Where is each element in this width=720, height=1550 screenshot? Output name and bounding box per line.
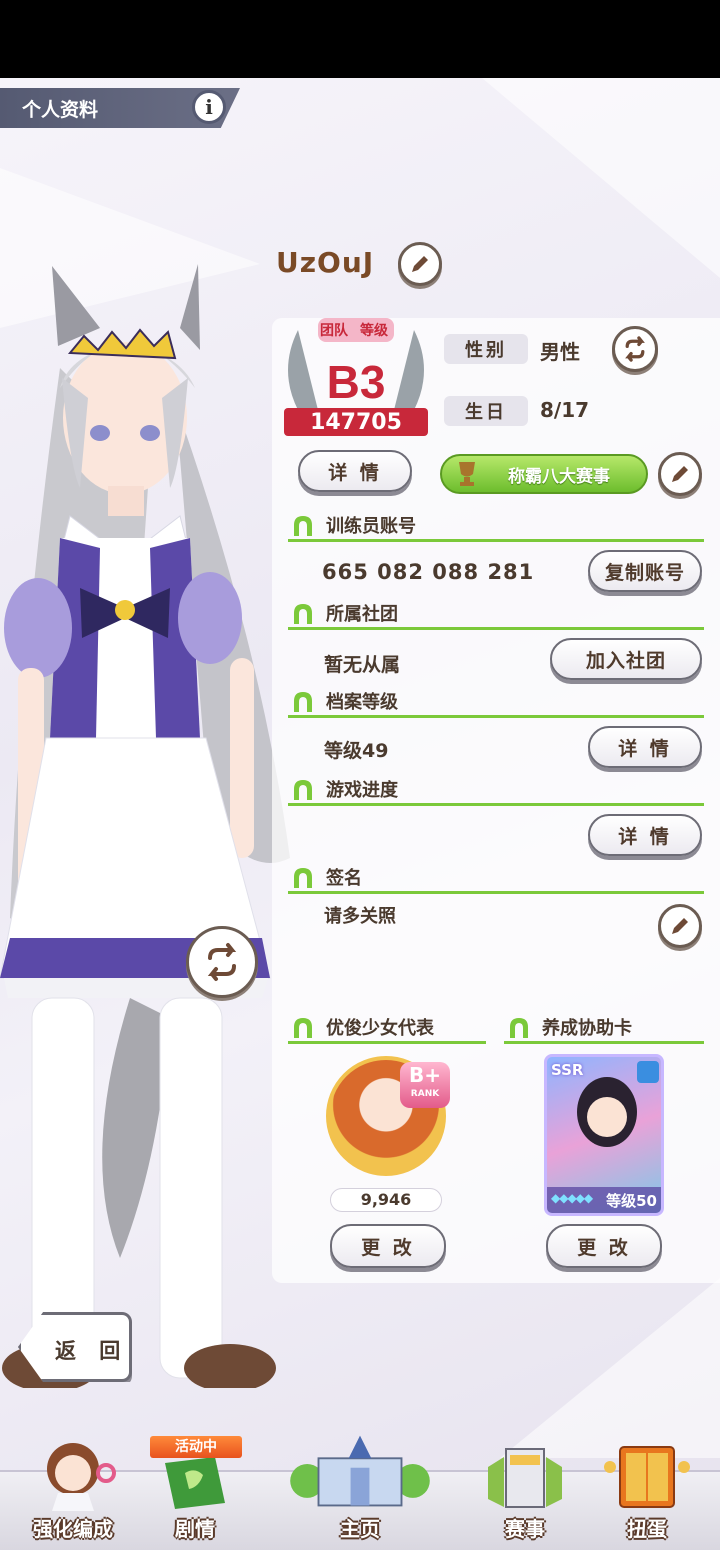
edit-title-button[interactable] [658,452,702,496]
nav-item-gacha[interactable]: 扭蛋 [588,1430,706,1550]
title-badge[interactable]: 称霸八大赛事 [440,454,648,494]
school-building-icon [290,1435,430,1507]
section-title: 游戏进度 [326,780,398,801]
edit-name-button[interactable] [398,242,442,286]
support-card-image[interactable]: SSR ◆◆◆◆◆ 等级50 [544,1054,664,1216]
nav-label: 剧情 [175,1517,215,1541]
section-title: 签名 [326,868,362,889]
gender-label: 性别 [444,334,528,364]
horseshoe-icon [510,1018,528,1038]
section-signature: 签名 [288,862,704,894]
trophy-icon [459,462,475,486]
archive-level-value: 等级49 [324,740,389,762]
section-club: 所属社团 [288,598,704,630]
horseshoe-icon [294,780,312,800]
join-club-button[interactable]: 加入社团 [550,638,702,680]
chibi-horse-girl-icon [47,1443,116,1511]
card-gem-icons: ◆◆◆◆◆ [551,1191,593,1205]
club-value: 暂无从属 [324,654,401,676]
card-level: 等级50 [606,1192,657,1210]
section-title: 所属社团 [326,604,398,625]
trainer-account-id: 665 082 088 281 [322,560,535,584]
section-representative: 优俊少女代表 [288,1012,486,1044]
section-support-card: 养成协助卡 [504,1012,704,1044]
event-badge: 活动中 [150,1436,242,1458]
change-representative-button[interactable]: 更 改 [330,1224,446,1268]
card-footer: ◆◆◆◆◆ 等级50 [547,1187,661,1213]
pencil-icon [412,256,428,272]
section-title: 训练员账号 [326,516,416,537]
section-title: 优俊少女代表 [326,1018,434,1039]
section-trainer-account: 训练员账号 [288,510,704,542]
rank-sub: RANK [410,1089,440,1099]
card-character-face [587,1097,627,1137]
race-gate-icon [488,1448,562,1508]
rank-grade: B+ [408,1063,441,1087]
nav-label: 强化编成 [33,1517,113,1541]
status-bar [0,0,720,78]
birthday-value: 8/17 [540,398,590,422]
svg-text:B3: B3 [327,356,386,408]
gender-value: 男性 [540,340,580,364]
horseshoe-icon [294,516,312,536]
swap-arrows-icon [625,336,645,362]
gacha-door-icon [604,1446,690,1508]
team-rank-badge: B3 团队 等级 147705 [278,310,434,440]
signature-value: 请多关照 [324,906,396,927]
nav-item-home[interactable]: 主页 [258,1430,462,1550]
horseshoe-icon [294,604,312,624]
story-book-icon [165,1457,225,1509]
title-badge-label: 称霸八大赛事 [508,466,610,487]
trainer-name: UzOuJ [276,246,375,279]
swap-arrows-icon [207,943,237,981]
bottom-navigation: 强化编成 活动中 剧情 主页 赛事 扭蛋 [0,1430,720,1550]
rank-level-label: 等级 [360,323,388,339]
horseshoe-icon [294,1018,312,1038]
rank-detail-button[interactable]: 详 情 [298,450,412,492]
pencil-icon [672,466,688,482]
section-title: 养成协助卡 [542,1018,632,1039]
nav-label: 主页 [340,1517,380,1541]
copy-account-button[interactable]: 复制账号 [588,550,702,592]
nav-label: 扭蛋 [627,1517,667,1541]
section-title: 档案等级 [326,692,398,713]
birthday-label: 生日 [444,396,528,426]
profile-screen: 个人资料 i 返 回 UzOuJ B3 团队 等级 147705 性别 男性 生… [0,78,720,1550]
section-archive-level: 档案等级 [288,686,704,718]
nav-item-race[interactable]: 赛事 [466,1430,584,1550]
change-support-card-button[interactable]: 更 改 [546,1224,662,1268]
archive-detail-button[interactable]: 详 情 [588,726,702,768]
nav-label: 赛事 [505,1517,545,1541]
character-model [0,264,290,1388]
back-button-label: 返 回 [55,1339,129,1363]
info-icon[interactable]: i [192,90,226,124]
rank-score: 147705 [310,410,402,435]
card-type-icon [637,1061,659,1083]
rank-team-label: 团队 [320,323,348,339]
card-rarity: SSR [551,1061,584,1079]
horseshoe-icon [294,868,312,888]
switch-gender-button[interactable] [612,326,658,372]
horseshoe-icon [294,692,312,712]
nav-item-enhance[interactable]: 强化编成 [14,1430,132,1550]
section-game-progress: 游戏进度 [288,774,704,806]
rank-badge-b-plus: B+ RANK [400,1062,450,1108]
nav-item-story[interactable]: 活动中 剧情 [136,1430,254,1550]
rotate-character-button[interactable] [186,926,258,998]
progress-detail-button[interactable]: 详 情 [588,814,702,856]
pencil-icon [672,918,688,934]
representative-score: 9,946 [330,1188,442,1212]
edit-signature-button[interactable] [658,904,702,948]
page-title: 个人资料 [22,99,99,121]
